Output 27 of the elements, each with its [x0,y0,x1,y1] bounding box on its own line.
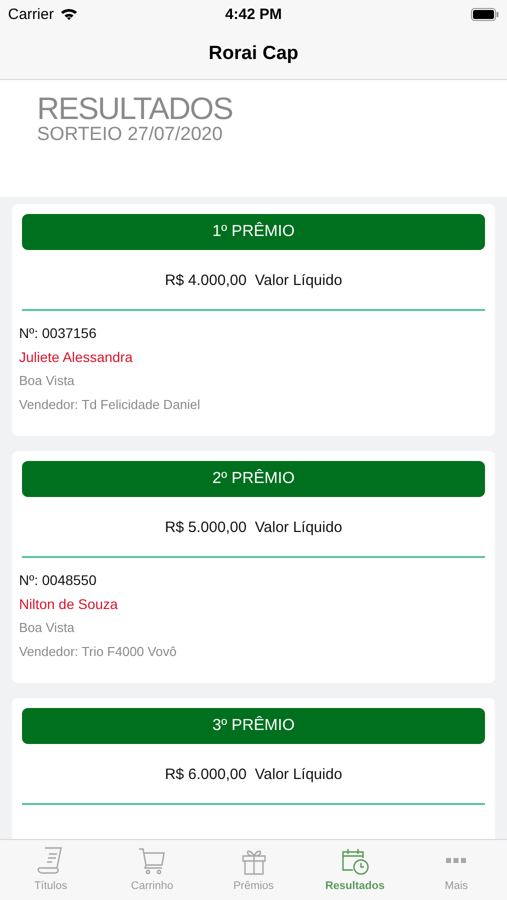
winner-city: Boa Vista [19,619,74,637]
prize-amount: R$ 5.000,00 Valor Líquido [164,519,342,536]
prize-amount: R$ 4.000,00 Valor Líquido [164,272,342,289]
winner-city: Boa Vista [19,372,74,390]
carrier-label: Carrier [8,6,54,22]
ticket-number: Nº: 0048550 [19,571,97,590]
nav-title: Rorai Cap [208,42,298,64]
page-title: RESULTADOS [37,94,233,124]
tab-item[interactable]: Títulos [0,840,102,900]
winner-name: Nilton de Souza [19,595,118,614]
prize-title: 1º PRÊMIO [22,214,485,250]
tab-item[interactable]: Carrinho [101,840,203,900]
seller-name: Vendedor: Trio F4000 Vovô [19,643,177,661]
status-time: 4:42 PM [225,6,282,22]
tab-item[interactable]: Resultados [304,840,406,900]
winner-name: Juliete Alessandra [19,348,133,367]
tab-item[interactable]: Mais [406,840,507,900]
prize-title: 2º PRÊMIO [22,461,485,497]
prize-amount: R$ 6.000,00 Valor Líquido [164,766,342,783]
more-icon [446,858,466,863]
prize-title: 3º PRÊMIO [22,708,485,744]
battery-icon [471,8,499,20]
wifi-icon [60,7,78,21]
ticket-number: Nº: 0037156 [19,324,97,343]
draw-date: SORTEIO 27/07/2020 [37,124,223,146]
tab-item[interactable]: Prêmios [202,840,304,900]
seller-name: Vendedor: Td Felicidade Daniel [19,396,200,414]
